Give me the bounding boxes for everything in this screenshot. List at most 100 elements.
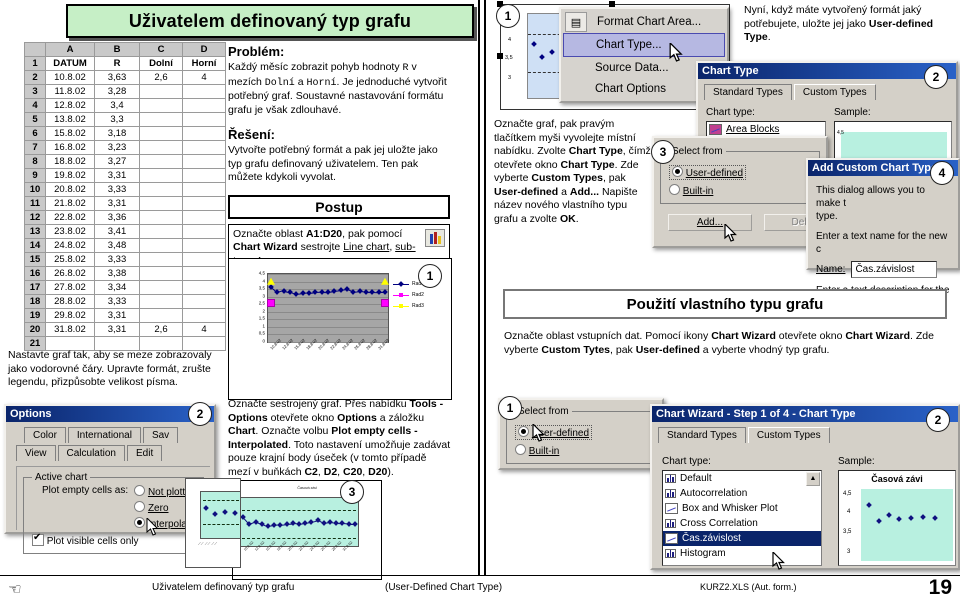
cell-B13[interactable]: 3,41	[94, 224, 140, 239]
cell-B20[interactable]: 3,31	[94, 322, 140, 337]
chart-type-tabs[interactable]: Standard Types Custom Types	[698, 79, 956, 100]
wizard-list-item[interactable]: Cross Correlation	[663, 516, 821, 531]
cell-D12[interactable]	[182, 210, 226, 225]
cell-header-D1[interactable]: Horní	[182, 56, 226, 71]
cell-A18[interactable]: 28.8.02	[45, 294, 95, 309]
cell-C16[interactable]	[139, 266, 183, 281]
cell-A3[interactable]: 11.8.02	[45, 84, 95, 99]
table-row[interactable]: 18 28.8.02 3,33	[24, 294, 226, 309]
cell-A20[interactable]: 31.8.02	[45, 322, 95, 337]
cell-C14[interactable]	[139, 238, 183, 253]
cell-A11[interactable]: 21.8.02	[45, 196, 95, 211]
row-header-3[interactable]: 3	[24, 84, 46, 99]
cell-C15[interactable]	[139, 252, 183, 267]
table-row[interactable]: 4 12.8.02 3,4	[24, 98, 226, 113]
tab-view[interactable]: View	[16, 445, 56, 461]
row-header-11[interactable]: 11	[24, 196, 46, 211]
cell-B12[interactable]: 3,36	[94, 210, 140, 225]
column-header-D[interactable]: D	[182, 42, 226, 57]
wizard-radio-user-defined-dot[interactable]	[518, 426, 529, 437]
cell-C2[interactable]: 2,6	[139, 70, 183, 85]
tab-standard-types[interactable]: Standard Types	[704, 84, 792, 100]
row-header-5[interactable]: 5	[24, 112, 46, 127]
cell-B7[interactable]: 3,23	[94, 140, 140, 155]
row-header-12[interactable]: 12	[24, 210, 46, 225]
row-header-9[interactable]: 9	[24, 168, 46, 183]
cell-C4[interactable]	[139, 98, 183, 113]
cell-B2[interactable]: 3,63	[94, 70, 140, 85]
cell-D18[interactable]	[182, 294, 226, 309]
tab-international[interactable]: International	[67, 427, 141, 443]
cell-C20[interactable]: 2,6	[139, 322, 183, 337]
radio-not-plotted-dot[interactable]	[134, 485, 146, 496]
cell-D3[interactable]	[182, 84, 226, 99]
cell-D7[interactable]	[182, 140, 226, 155]
row-header-16[interactable]: 16	[24, 266, 46, 281]
row-header-4[interactable]: 4	[24, 98, 46, 113]
table-row[interactable]: 2 10.8.02 3,63 2,6 4	[24, 70, 226, 85]
radio-zero-dot[interactable]	[134, 501, 146, 512]
tab-save[interactable]: Sav	[142, 427, 179, 443]
column-header-B[interactable]: B	[94, 42, 140, 57]
cell-C6[interactable]	[139, 126, 183, 141]
cell-D17[interactable]	[182, 280, 226, 295]
cell-D10[interactable]	[182, 182, 226, 197]
radio-user-defined[interactable]: User-defined	[669, 165, 747, 180]
wizard-select-from-panel[interactable]: Select from User-defined Built-in	[498, 398, 664, 470]
cell-C9[interactable]	[139, 168, 183, 183]
cell-A19[interactable]: 29.8.02	[45, 308, 95, 323]
table-row[interactable]: 17 27.8.02 3,34	[24, 280, 226, 295]
column-header-A[interactable]: A	[45, 42, 95, 57]
menu-item-format-chart-area[interactable]: ▤ Format Chart Area...	[563, 11, 725, 33]
row-header-18[interactable]: 18	[24, 294, 46, 309]
cell-C3[interactable]	[139, 84, 183, 99]
plot-visible-cells-row[interactable]: Plot visible cells only	[32, 532, 197, 547]
cell-A2[interactable]: 10.8.02	[45, 70, 95, 85]
cell-D15[interactable]	[182, 252, 226, 267]
cell-C17[interactable]	[139, 280, 183, 295]
chart-wizard-icon[interactable]	[425, 228, 445, 247]
cell-D19[interactable]	[182, 308, 226, 323]
radio-interpolate-dot[interactable]	[134, 517, 146, 528]
cell-B10[interactable]: 3,33	[94, 182, 140, 197]
cell-D8[interactable]	[182, 154, 226, 169]
cell-A6[interactable]: 15.8.02	[45, 126, 95, 141]
cell-A7[interactable]: 16.8.02	[45, 140, 95, 155]
table-row[interactable]: 20 31.8.02 3,31 2,6 4	[24, 322, 226, 337]
cell-B16[interactable]: 3,38	[94, 266, 140, 281]
table-row[interactable]: 7 16.8.02 3,23	[24, 140, 226, 155]
cell-A16[interactable]: 26.8.02	[45, 266, 95, 281]
row-header-15[interactable]: 15	[24, 252, 46, 267]
cell-B3[interactable]: 3,28	[94, 84, 140, 99]
row-header-2[interactable]: 2	[24, 70, 46, 85]
spreadsheet-table[interactable]: A B C D 1 DATUM R Dolní Horní 2 10.8.02 3,63 2,6 4 3 11…	[24, 42, 226, 351]
cell-A10[interactable]: 20.8.02	[45, 182, 95, 197]
radio-built-in-dot[interactable]	[669, 184, 680, 195]
cell-A5[interactable]: 13.8.02	[45, 112, 95, 127]
row-header-20[interactable]: 20	[24, 322, 46, 337]
cell-header-C1[interactable]: Dolní	[139, 56, 183, 71]
cell-D14[interactable]	[182, 238, 226, 253]
cell-A14[interactable]: 24.8.02	[45, 238, 95, 253]
cell-B4[interactable]: 3,4	[94, 98, 140, 113]
tab-custom-types[interactable]: Custom Types	[793, 84, 876, 100]
row-header-13[interactable]: 13	[24, 224, 46, 239]
table-row[interactable]: 12 22.8.02 3,36	[24, 210, 226, 225]
radio-built-in[interactable]: Built-in	[669, 184, 813, 197]
cell-A15[interactable]: 25.8.02	[45, 252, 95, 267]
table-row[interactable]: 8 18.8.02 3,27	[24, 154, 226, 169]
cell-C7[interactable]	[139, 140, 183, 155]
row-header-7[interactable]: 7	[24, 140, 46, 155]
cell-D13[interactable]	[182, 224, 226, 239]
sheet-corner[interactable]	[24, 42, 46, 57]
cell-B6[interactable]: 3,18	[94, 126, 140, 141]
select-from-panel[interactable]: Select from User-defined Built-in Add...…	[652, 136, 848, 248]
row-header-1[interactable]: 1	[24, 56, 46, 71]
wizard-radio-built-in[interactable]: Built-in	[515, 444, 649, 457]
table-row[interactable]: 5 13.8.02 3,3	[24, 112, 226, 127]
cell-C5[interactable]	[139, 112, 183, 127]
cell-B14[interactable]: 3,48	[94, 238, 140, 253]
cell-C12[interactable]	[139, 210, 183, 225]
wizard-tab-standard-types[interactable]: Standard Types	[658, 427, 746, 443]
cell-C19[interactable]	[139, 308, 183, 323]
